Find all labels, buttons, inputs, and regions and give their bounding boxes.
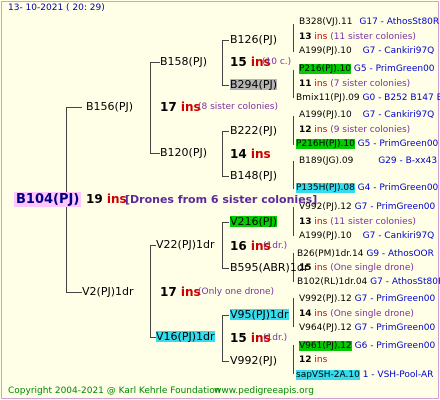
v22-note: (1dr.) <box>263 241 288 251</box>
leaf-ancestor[interactable]: V992(PJ).12 G7 - PrimGreen00 <box>299 295 435 304</box>
connector <box>222 222 229 223</box>
connector <box>222 315 229 316</box>
node-b148[interactable]: B148(PJ) <box>230 170 277 181</box>
root-inbreeding: 19 ins <box>86 192 127 206</box>
connector <box>222 315 223 361</box>
leaf-ancestor[interactable]: P135H(PJ).08 G4 - PrimGreen00 <box>296 183 438 193</box>
connector <box>222 131 229 132</box>
node-b595[interactable]: B595(ABR)1dr <box>230 262 308 273</box>
root-queen[interactable]: B104(PJ) <box>14 192 82 207</box>
leaf-ancestor[interactable]: B102(RL)1dr.04 G7 - AthosSt80R <box>297 278 440 287</box>
connector <box>150 153 160 154</box>
connector <box>293 24 294 52</box>
footer-copyright: Copyright 2004-2021 @ Karl Kehrle Founda… <box>8 386 221 396</box>
leaf-ancestor[interactable]: V964(PJ).12 G7 - PrimGreen00 <box>299 324 435 333</box>
connector <box>293 116 294 145</box>
leaf-inbreeding: 13 ins (11 sister colonies) <box>299 217 416 227</box>
connector <box>222 85 229 86</box>
node-b222[interactable]: B222(PJ) <box>230 125 277 136</box>
leaf-ancestor[interactable]: P216(PJ).10 G5 - PrimGreen00 <box>299 64 435 74</box>
b120-inbreeding: 14 ins <box>230 147 271 161</box>
v2-inbreeding: 17 ins <box>160 285 201 299</box>
leaf-inbreeding: 12 ins <box>299 355 328 365</box>
connector <box>66 292 82 293</box>
b156-note: (8 sister colonies) <box>198 102 279 112</box>
node-b158[interactable]: B158(PJ) <box>160 56 207 67</box>
leaf-ancestor[interactable]: B189(JG).09 G29 - B-xx43 <box>299 157 437 166</box>
leaf-ancestor[interactable]: Bmix11(PJ).09 G0 - B252 B147 B <box>296 94 440 103</box>
leaf-ancestor[interactable]: V961(PJ).12 G6 - PrimGreen00 <box>299 341 435 351</box>
node-b294[interactable]: B294(PJ) <box>230 79 278 90</box>
node-v216[interactable]: V216(PJ) <box>230 216 277 227</box>
node-v22[interactable]: V22(PJ)1dr <box>156 239 215 250</box>
leaf-ancestor[interactable]: sapVSH-2A.10 1 - VSH-Pool-AR <box>296 370 433 380</box>
connector <box>222 40 229 41</box>
connector <box>222 40 223 85</box>
node-b126[interactable]: B126(PJ) <box>230 34 277 45</box>
connector <box>222 131 223 176</box>
root-note: [Drones from 6 sister colonies] <box>125 193 318 206</box>
node-b156[interactable]: B156(PJ) <box>86 101 133 112</box>
v16-note: (1dr.) <box>263 333 288 343</box>
v2-note: (Only one drone) <box>198 287 275 297</box>
connector <box>150 245 151 337</box>
connector <box>293 298 294 327</box>
leaf-ancestor[interactable]: V992(PJ).12 G7 - PrimGreen00 <box>299 203 435 212</box>
connector <box>222 268 229 269</box>
connector <box>293 345 294 374</box>
connector <box>293 70 294 98</box>
leaf-inbreeding: 13 ins (11 sister colonies) <box>299 32 416 42</box>
node-b120[interactable]: B120(PJ) <box>160 147 207 158</box>
connector <box>222 176 229 177</box>
leaf-ancestor[interactable]: B26(PM)1dr.14 G9 - AthosOOR <box>297 250 434 259</box>
connector <box>222 222 223 268</box>
connector <box>150 62 151 153</box>
connector <box>293 161 294 189</box>
footer-link[interactable]: www.pedigreeapis.org <box>214 387 314 396</box>
leaf-ancestor[interactable]: B328(VJ).11 G17 - AthosSt80R <box>299 18 439 27</box>
leaf-ancestor[interactable]: A199(PJ).10 G7 - Cankiri97Q <box>299 47 434 56</box>
leaf-ancestor[interactable]: A199(PJ).10 G7 - Cankiri97Q <box>299 111 434 120</box>
node-v992[interactable]: V992(PJ) <box>230 355 277 366</box>
leaf-inbreeding: 12 ins (9 sister colonies) <box>299 125 411 135</box>
b158-note: (10 c.) <box>262 57 292 67</box>
node-v95[interactable]: V95(PJ)1dr <box>230 309 289 320</box>
leaf-inbreeding: 14 ins (One single drone) <box>299 309 414 319</box>
node-v2[interactable]: V2(PJ)1dr <box>82 286 134 297</box>
connector <box>150 62 160 63</box>
leaf-ancestor[interactable]: P216H(PJ).10 G5 - PrimGreen00 <box>296 139 438 149</box>
connector <box>222 361 229 362</box>
leaf-ancestor[interactable]: A199(PJ).10 G7 - Cankiri97Q <box>299 232 434 241</box>
leaf-inbreeding: 15 ins (One single drone) <box>299 263 414 273</box>
node-v16[interactable]: V16(PJ)1dr <box>156 331 215 342</box>
b156-inbreeding: 17 ins <box>160 100 201 114</box>
leaf-inbreeding: 11 ins (7 sister colonies) <box>299 79 411 89</box>
connector <box>66 107 82 108</box>
connector <box>293 207 294 236</box>
timestamp: 13- 10-2021 ( 20: 29) <box>8 3 105 13</box>
